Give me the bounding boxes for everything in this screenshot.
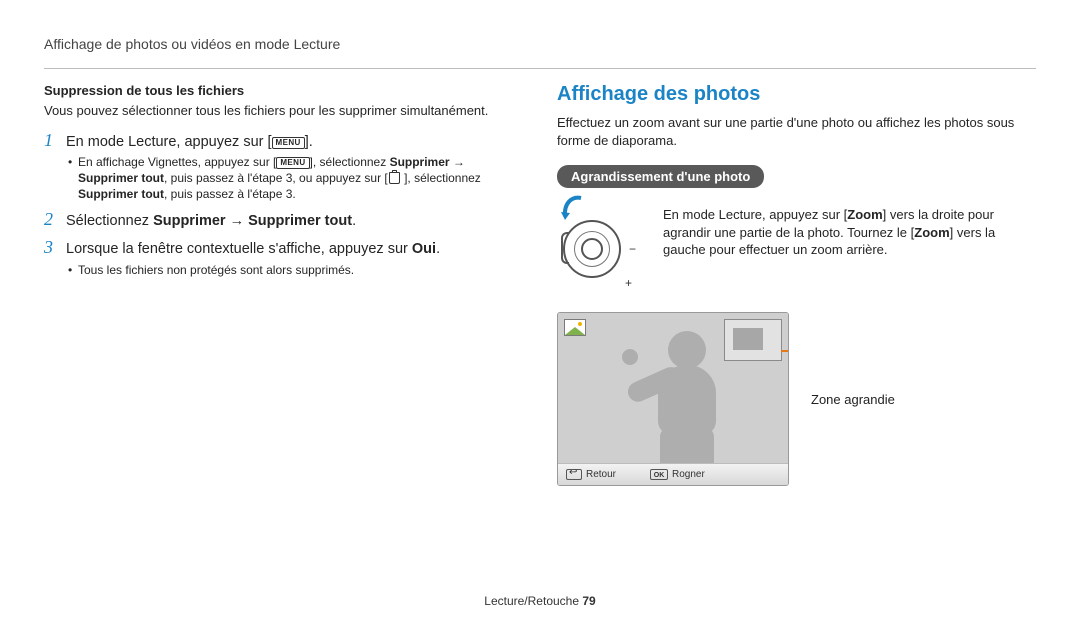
zoom-instruction-row: − + En mode Lecture, appuyez sur [Zoom] …	[557, 198, 1036, 298]
delete-steps: 1 En mode Lecture, appuyez sur [MENU].	[44, 130, 523, 153]
menu-icon: MENU	[272, 137, 305, 149]
t: Zoom	[914, 225, 949, 240]
page-breadcrumb: Affichage de photos ou vidéos en mode Le…	[0, 0, 1080, 62]
child-silhouette	[624, 329, 744, 463]
dial-lever	[561, 232, 569, 264]
step-2: 2 Sélectionnez Supprimer → Supprimer tou…	[44, 209, 523, 232]
delete-all-heading: Suppression de tous les fichiers	[44, 83, 523, 98]
t: Supprimer	[153, 213, 226, 229]
plus-sign: +	[625, 276, 632, 290]
t: Sélectionnez	[66, 213, 153, 229]
step-number: 1	[44, 130, 66, 151]
t: →	[226, 213, 249, 229]
t: Supprimer tout	[78, 171, 164, 185]
step-number: 3	[44, 237, 66, 258]
t: ], sélectionnez	[401, 171, 481, 185]
subsection-pill: Agrandissement d'une photo	[557, 165, 764, 188]
footer-page-number: 79	[582, 594, 595, 608]
t: Supprimer tout	[78, 187, 164, 201]
t: ], sélectionnez	[310, 155, 390, 169]
ok-button-icon: OK	[650, 469, 668, 480]
step-3-text: Lorsque la fenêtre contextuelle s'affich…	[66, 240, 440, 260]
dial-inner	[581, 238, 603, 260]
screen-action-bar: Retour OK Rogner	[558, 463, 788, 485]
back-action: Retour	[558, 469, 624, 480]
callout-leader-line	[781, 350, 789, 352]
trash-icon	[389, 172, 400, 184]
t: En mode Lecture, appuyez sur [	[663, 207, 847, 222]
dial-outer	[563, 220, 621, 278]
text: En mode Lecture, appuyez sur [	[66, 134, 272, 150]
menu-icon: MENU	[276, 157, 309, 169]
curved-arrow-icon	[561, 194, 585, 224]
step-1-bullet: En affichage Vignettes, appuyez sur [MEN…	[68, 154, 523, 203]
two-column-layout: Suppression de tous les fichiers Vous po…	[0, 69, 1080, 486]
back-label: Retour	[586, 469, 616, 480]
silhouette-legs	[660, 427, 714, 467]
section-title: Affichage des photos	[557, 83, 1036, 106]
t: En affichage Vignettes, appuyez sur [	[78, 155, 276, 169]
screen-preview-row: Retour OK Rogner Zone agrandie	[557, 312, 1036, 486]
crop-label: Rogner	[672, 469, 705, 480]
t: .	[352, 213, 356, 229]
screen-viewport	[558, 313, 788, 463]
thumbnail-icon	[564, 319, 586, 336]
camera-screen: Retour OK Rogner	[557, 312, 789, 486]
left-column: Suppression de tous les fichiers Vous po…	[44, 83, 523, 486]
step-3: 3 Lorsque la fenêtre contextuelle s'affi…	[44, 237, 523, 260]
zone-agrandie-label: Zone agrandie	[811, 392, 895, 407]
crop-action: OK Rogner	[642, 469, 713, 480]
step-2-text: Sélectionnez Supprimer → Supprimer tout.	[66, 212, 356, 232]
minus-sign: −	[629, 242, 636, 256]
t: .	[436, 241, 440, 257]
delete-all-intro: Vous pouvez sélectionner tous les fichie…	[44, 102, 523, 120]
t: Supprimer tout	[248, 213, 352, 229]
t: , puis passez à l'étape 3.	[164, 187, 296, 201]
t: Oui	[412, 241, 436, 257]
back-button-icon	[566, 469, 582, 480]
t: Lorsque la fenêtre contextuelle s'affich…	[66, 241, 412, 257]
silhouette-body	[658, 365, 716, 435]
silhouette-head	[668, 331, 706, 369]
section-intro: Effectuez un zoom avant sur une partie d…	[557, 114, 1036, 149]
step-1-bullets: En affichage Vignettes, appuyez sur [MEN…	[44, 154, 523, 203]
t: Zoom	[847, 207, 882, 222]
page-footer: Lecture/Retouche 79	[0, 594, 1080, 608]
t: →	[450, 155, 465, 169]
step-1: 1 En mode Lecture, appuyez sur [MENU].	[44, 130, 523, 153]
steps-cont: 2 Sélectionnez Supprimer → Supprimer tou…	[44, 209, 523, 260]
text: ].	[305, 134, 313, 150]
step-number: 2	[44, 209, 66, 230]
zoom-instruction-text: En mode Lecture, appuyez sur [Zoom] vers…	[663, 198, 1036, 259]
step-1-text: En mode Lecture, appuyez sur [MENU].	[66, 133, 313, 153]
t: , puis passez à l'étape 3, ou appuyez su…	[164, 171, 388, 185]
footer-section: Lecture/Retouche	[484, 594, 582, 608]
step-3-bullets: Tous les fichiers non protégés sont alor…	[44, 262, 523, 278]
step-3-bullet: Tous les fichiers non protégés sont alor…	[68, 262, 523, 278]
right-column: Affichage des photos Effectuez un zoom a…	[557, 83, 1036, 486]
silhouette-hand	[622, 349, 638, 365]
t: Supprimer	[390, 155, 450, 169]
zoom-dial-illustration: − +	[557, 198, 643, 298]
